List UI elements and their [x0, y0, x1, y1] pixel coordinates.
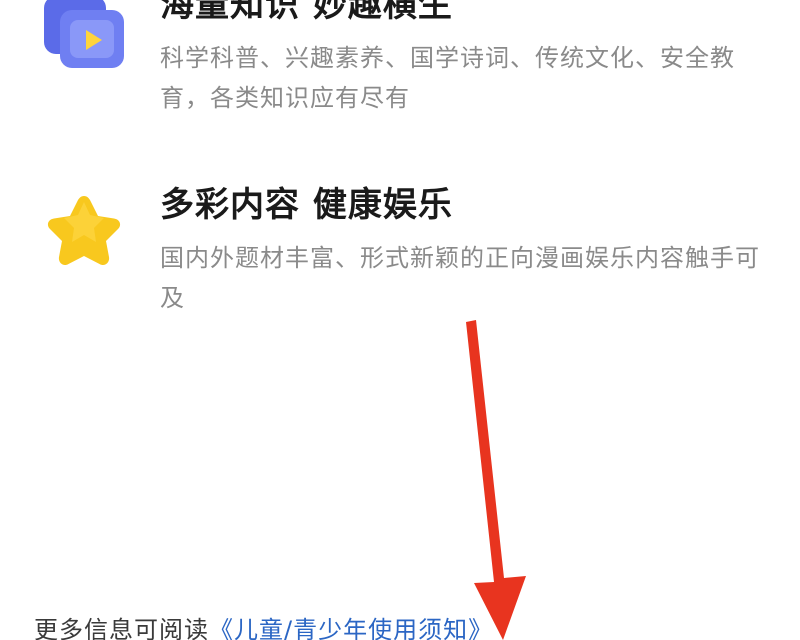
star-icon	[38, 188, 130, 280]
feature-description: 科学科普、兴趣素养、国学诗词、传统文化、安全教育，各类知识应有尽有	[160, 44, 735, 112]
video-folder-icon	[38, 0, 130, 80]
feature-title: 多彩内容 健康娱乐	[160, 185, 453, 225]
footer-prefix: 更多信息可阅读	[34, 616, 209, 640]
feature-title: 海量知识 妙趣横生	[160, 0, 453, 25]
guidelines-link[interactable]: 《儿童/青少年使用须知》	[209, 616, 493, 640]
page: 海量知识 妙趣横生 科学科普、兴趣素养、国学诗词、传统文化、安全教育，各类知识应…	[0, 0, 800, 640]
feature-description: 国内外题材丰富、形式新颖的正向漫画娱乐内容触手可及	[160, 244, 760, 312]
footer-notice: 更多信息可阅读《儿童/青少年使用须知》	[34, 610, 493, 640]
